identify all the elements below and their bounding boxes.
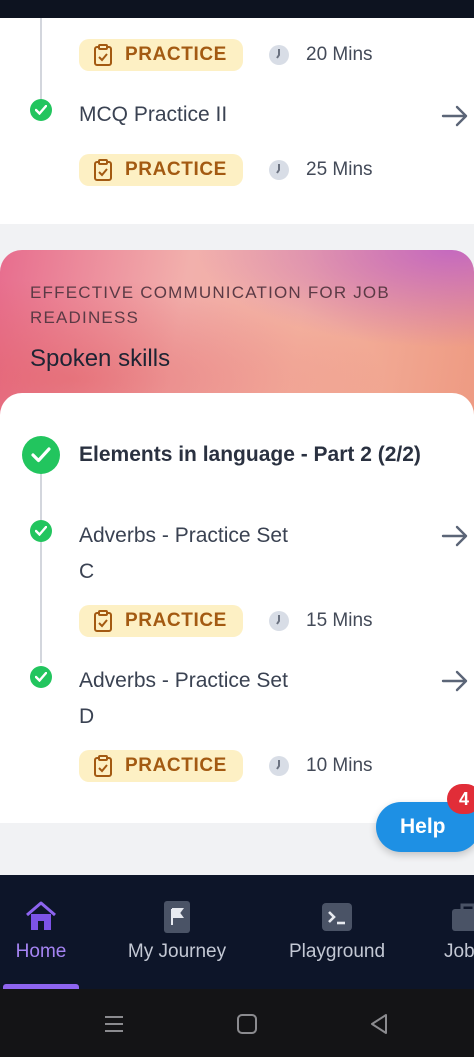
clock-icon (269, 160, 289, 180)
timeline-line (40, 18, 42, 100)
arrow-right-icon[interactable] (440, 101, 470, 131)
module-content-card: Elements in language - Part 2 (2/2) Adve… (0, 393, 474, 823)
duration: 15 Mins (268, 605, 373, 637)
previous-module-card: PRACTICE 20 Mins MCQ Practice II PRACTIC… (0, 18, 474, 224)
home-square-icon[interactable] (234, 1011, 260, 1037)
practice-badge: PRACTICE (79, 154, 243, 186)
clipboard-check-icon (94, 755, 112, 777)
timeline-line (40, 453, 42, 663)
duration: 20 Mins (268, 39, 373, 71)
module-category: EFFECTIVE COMMUNICATION FOR JOB READINES… (30, 283, 390, 327)
nav-item-my-journey[interactable]: My Journey (118, 875, 236, 989)
recents-menu-icon[interactable] (101, 1011, 127, 1037)
nav-item-playground[interactable]: Playground (280, 875, 394, 989)
module-title: Spoken skills (30, 345, 171, 372)
bottom-navigation: Home My Journey Playground Job (0, 875, 474, 989)
section-title[interactable]: Elements in language - Part 2 (2/2) (79, 443, 421, 467)
clipboard-check-icon (94, 44, 112, 66)
briefcase-icon (452, 903, 474, 931)
practice-badge: PRACTICE (79, 750, 243, 782)
arrow-right-icon[interactable] (440, 521, 470, 551)
completed-check-icon (30, 520, 52, 542)
section-complete-check-icon (22, 436, 60, 474)
completed-check-icon (30, 666, 52, 688)
system-navigation-bar (0, 989, 474, 1057)
lesson-title[interactable]: MCQ Practice II (79, 97, 227, 133)
completed-check-icon (30, 99, 52, 121)
lesson-title[interactable]: Adverbs - Practice Set C (79, 518, 288, 590)
home-icon (26, 901, 56, 930)
terminal-icon (322, 903, 352, 931)
lesson-title[interactable]: Adverbs - Practice Set D (79, 663, 288, 735)
nav-item-job[interactable]: Job (440, 875, 474, 989)
duration: 25 Mins (268, 154, 373, 186)
clock-icon (269, 45, 289, 65)
help-notification-badge: 4 (447, 784, 474, 814)
status-bar (0, 0, 474, 18)
arrow-right-icon[interactable] (440, 666, 470, 696)
back-triangle-icon[interactable] (366, 1011, 392, 1037)
clock-icon (269, 611, 289, 631)
duration: 10 Mins (268, 750, 373, 782)
clipboard-check-icon (94, 159, 112, 181)
flag-file-icon (164, 901, 190, 933)
clipboard-check-icon (94, 610, 112, 632)
practice-badge: PRACTICE (79, 605, 243, 637)
practice-badge: PRACTICE (79, 39, 243, 71)
clock-icon (269, 756, 289, 776)
nav-item-home[interactable]: Home (0, 875, 82, 989)
